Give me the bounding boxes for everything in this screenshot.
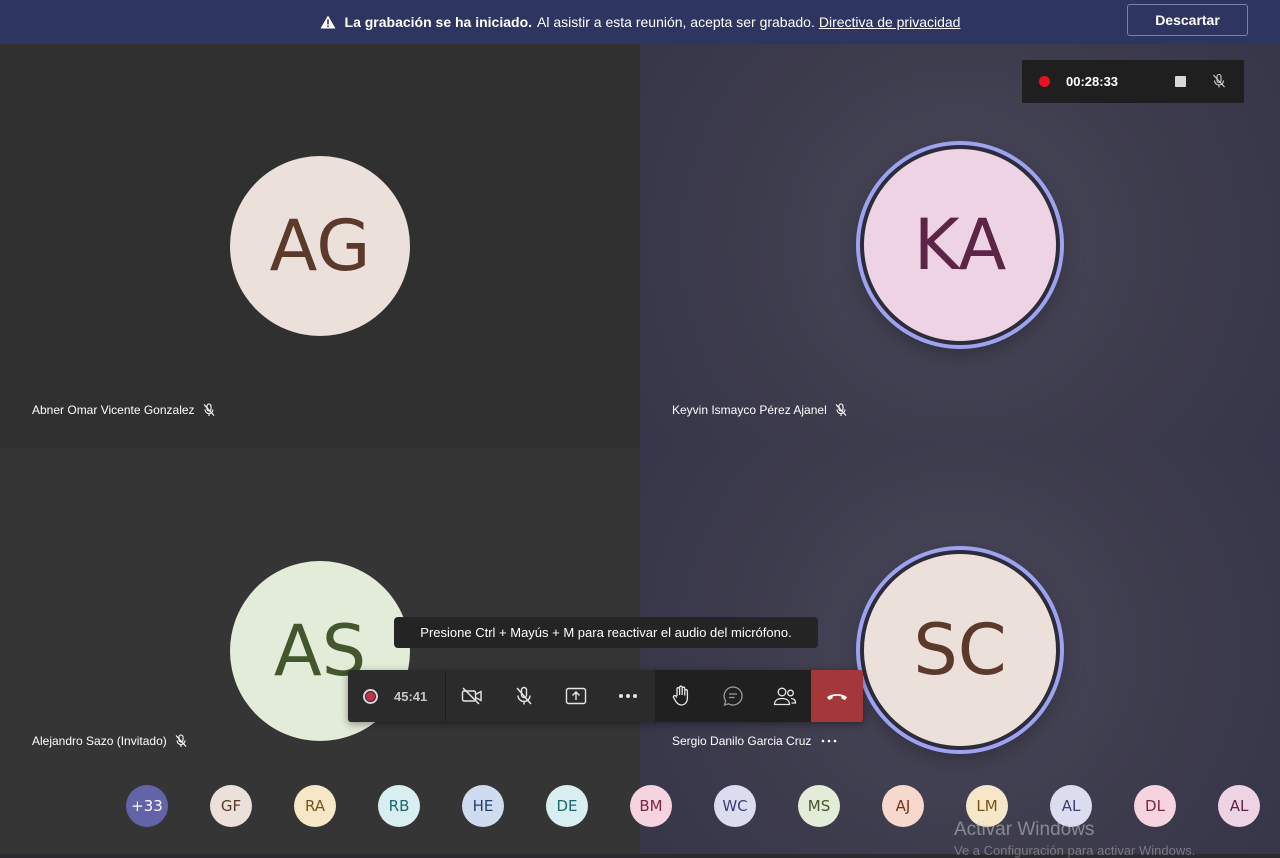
participant-avatar-small[interactable]: AL: [1218, 785, 1260, 827]
camera-off-icon: [461, 687, 482, 705]
participant-avatar-small[interactable]: BM: [630, 785, 672, 827]
participant-name-label: Alejandro Sazo (Invitado): [32, 734, 188, 748]
participant-tile-2[interactable]: KA Keyvin Ismayco Pérez Ajanel: [640, 44, 1280, 448]
participant-avatar-small[interactable]: RA: [294, 785, 336, 827]
participant-avatar: AG: [230, 156, 410, 336]
participant-avatar-small[interactable]: HE: [462, 785, 504, 827]
dismiss-button[interactable]: Descartar: [1127, 4, 1248, 36]
participant-name-label: Sergio Danilo Garcia Cruz: [672, 734, 838, 748]
chat-button[interactable]: [707, 670, 759, 722]
avatar-initials: KA: [913, 204, 1007, 286]
raise-hand-icon: [672, 685, 689, 706]
participant-avatar-small[interactable]: WC: [714, 785, 756, 827]
windows-activation-hint: Ve a Configuración para activar Windows.: [954, 843, 1196, 858]
media-controls: [446, 670, 655, 722]
call-controls-bar: 45:41: [348, 670, 863, 722]
recording-indicator: 00:28:33: [1022, 60, 1244, 103]
mic-off-icon: [835, 403, 847, 416]
share-screen-icon: [565, 687, 587, 705]
banner-title: La grabación se ha iniciado.: [344, 14, 533, 30]
participant-name-label: Keyvin Ismayco Pérez Ajanel: [672, 403, 848, 417]
recording-dot-icon: [1039, 76, 1050, 87]
participant-name: Alejandro Sazo (Invitado): [32, 734, 167, 748]
mic-off-icon: [203, 403, 214, 416]
participant-avatar: KA: [864, 149, 1056, 341]
participant-avatar-small[interactable]: GF: [210, 785, 252, 827]
participant-avatar: SC: [864, 554, 1056, 746]
mic-toggle-button[interactable]: [498, 670, 550, 722]
participant-name-label: Abner Omar Vicente Gonzalez: [32, 403, 216, 417]
recording-status: 45:41: [348, 670, 446, 722]
mic-off-icon[interactable]: [1211, 73, 1227, 89]
unmute-tooltip: Presione Ctrl + Mayús + M para reactivar…: [394, 617, 818, 648]
more-actions-button[interactable]: [602, 670, 654, 722]
participant-name: Keyvin Ismayco Pérez Ajanel: [672, 403, 827, 417]
hang-up-icon: [827, 694, 847, 700]
participant-avatar-small[interactable]: DL: [1134, 785, 1176, 827]
leave-call-button[interactable]: [811, 670, 863, 722]
camera-toggle-button[interactable]: [446, 670, 498, 722]
mic-off-icon: [516, 686, 532, 705]
more-icon: [619, 694, 637, 698]
privacy-policy-link[interactable]: Directiva de privacidad: [819, 14, 961, 30]
warning-icon: [320, 15, 336, 29]
record-icon: [363, 688, 378, 704]
mic-off-icon: [175, 734, 187, 747]
more-options-icon[interactable]: [820, 734, 838, 748]
recording-time: 00:28:33: [1066, 74, 1119, 89]
participant-name: Abner Omar Vicente Gonzalez: [32, 403, 195, 417]
windows-activation-watermark: Activar Windows: [954, 819, 1095, 840]
participant-avatar-small[interactable]: RB: [378, 785, 420, 827]
participant-name: Sergio Danilo Garcia Cruz: [672, 734, 812, 748]
meeting-duration: 45:41: [394, 688, 428, 704]
chat-icon: [723, 686, 743, 706]
avatar-initials: SC: [913, 609, 1007, 691]
more-participants-badge[interactable]: +33: [126, 785, 168, 827]
banner-text: Al asistir a esta reunión, acepta ser gr…: [537, 14, 815, 30]
participants-button[interactable]: [759, 670, 811, 722]
participant-tile-1[interactable]: AG Abner Omar Vicente Gonzalez: [0, 44, 640, 448]
meeting-actions: [655, 670, 811, 722]
stop-recording-icon[interactable]: [1175, 76, 1186, 87]
recording-banner: La grabación se ha iniciado. Al asistir …: [0, 0, 1280, 44]
share-screen-button[interactable]: [550, 670, 602, 722]
people-icon: [773, 687, 797, 706]
raise-hand-button[interactable]: [655, 670, 707, 722]
participant-avatar-small[interactable]: MS: [798, 785, 840, 827]
participant-avatar-small[interactable]: AJ: [882, 785, 924, 827]
avatar-initials: AG: [269, 205, 371, 287]
participant-avatar-small[interactable]: DE: [546, 785, 588, 827]
